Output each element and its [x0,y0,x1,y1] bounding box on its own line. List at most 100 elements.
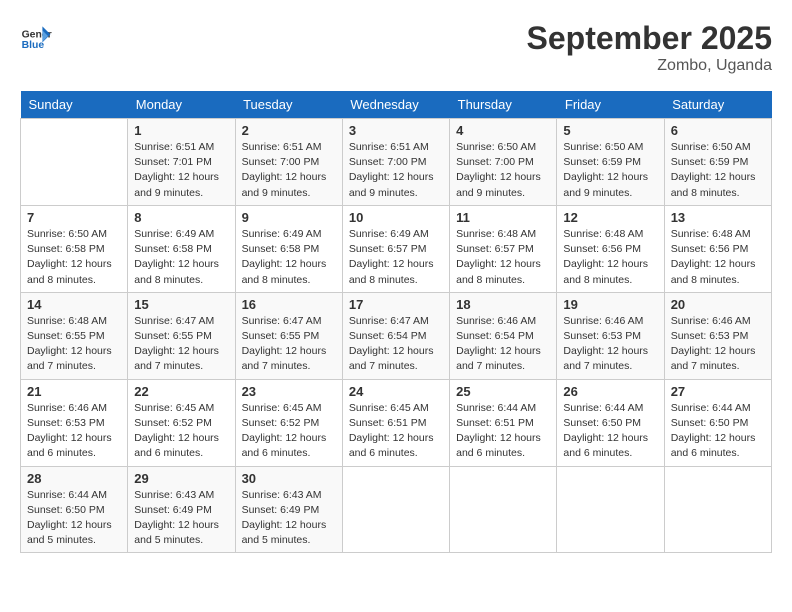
calendar-cell: 25 Sunrise: 6:44 AM Sunset: 6:51 PM Dayli… [450,379,557,466]
calendar-cell: 20Sunrise: 6:46 AM Sunset: 6:53 PM Dayli… [664,292,771,379]
calendar-cell: 3 Sunrise: 6:51 AM Sunset: 7:00 PM Daylig… [342,119,449,206]
calendar-cell: 19 Sunrise: 6:46 AM Sunset: 6:53 PM Dayli… [557,292,664,379]
calendar-cell: 10 Sunrise: 6:49 AM Sunset: 6:57 PM Dayli… [342,205,449,292]
calendar-cell: 29Sunrise: 6:43 AM Sunset: 6:49 PM Dayli… [128,466,235,553]
day-info: Sunrise: 6:48 AM Sunset: 6:57 PM Dayligh… [456,227,550,288]
day-number: 12 [563,210,657,225]
calendar-table: SundayMondayTuesdayWednesdayThursdayFrid… [20,91,772,553]
day-info: Sunrise: 6:51 AM Sunset: 7:01 PM Dayligh… [134,140,228,201]
calendar-cell: 4 Sunrise: 6:50 AM Sunset: 7:00 PM Daylig… [450,119,557,206]
calendar-cell: 16Sunrise: 6:47 AM Sunset: 6:55 PM Dayli… [235,292,342,379]
logo: General Blue [20,20,52,52]
calendar-cell: 7Sunrise: 6:50 AM Sunset: 6:58 PM Daylig… [21,205,128,292]
svg-text:Blue: Blue [22,40,45,51]
day-number: 28 [27,471,121,486]
day-number: 6 [671,123,765,138]
calendar-cell: 11 Sunrise: 6:48 AM Sunset: 6:57 PM Dayli… [450,205,557,292]
day-info: Sunrise: 6:46 AM Sunset: 6:53 PM Dayligh… [27,401,121,462]
calendar-week-row: 7Sunrise: 6:50 AM Sunset: 6:58 PM Daylig… [21,205,772,292]
col-header-sunday: Sunday [21,91,128,119]
day-info: Sunrise: 6:45 AM Sunset: 6:52 PM Dayligh… [134,401,228,462]
calendar-week-row: 21 Sunrise: 6:46 AM Sunset: 6:53 PM Dayli… [21,379,772,466]
logo-icon: General Blue [20,20,52,52]
day-number: 18 [456,297,550,312]
col-header-friday: Friday [557,91,664,119]
day-info: Sunrise: 6:49 AM Sunset: 6:58 PM Dayligh… [134,227,228,288]
day-info: Sunrise: 6:49 AM Sunset: 6:57 PM Dayligh… [349,227,443,288]
calendar-cell: 26 Sunrise: 6:44 AM Sunset: 6:50 PM Dayli… [557,379,664,466]
calendar-week-row: 28 Sunrise: 6:44 AM Sunset: 6:50 PM Dayli… [21,466,772,553]
calendar-cell [342,466,449,553]
day-number: 4 [456,123,550,138]
day-number: 17 [349,297,443,312]
day-number: 27 [671,384,765,399]
calendar-cell: 13 Sunrise: 6:48 AM Sunset: 6:56 PM Dayli… [664,205,771,292]
day-number: 14 [27,297,121,312]
day-number: 24 [349,384,443,399]
day-number: 30 [242,471,336,486]
page-header: General Blue September 2025 Zombo, Ugand… [20,20,772,75]
col-header-wednesday: Wednesday [342,91,449,119]
calendar-cell: 28 Sunrise: 6:44 AM Sunset: 6:50 PM Dayli… [21,466,128,553]
day-number: 20 [671,297,765,312]
calendar-cell: 23 Sunrise: 6:45 AM Sunset: 6:52 PM Dayli… [235,379,342,466]
day-number: 26 [563,384,657,399]
day-number: 10 [349,210,443,225]
calendar-cell: 12Sunrise: 6:48 AM Sunset: 6:56 PM Dayli… [557,205,664,292]
calendar-cell: 30 Sunrise: 6:43 AM Sunset: 6:49 PM Dayli… [235,466,342,553]
location: Zombo, Uganda [527,57,772,75]
calendar-cell: 22 Sunrise: 6:45 AM Sunset: 6:52 PM Dayli… [128,379,235,466]
day-info: Sunrise: 6:43 AM Sunset: 6:49 PM Dayligh… [134,488,228,549]
day-info: Sunrise: 6:44 AM Sunset: 6:50 PM Dayligh… [671,401,765,462]
day-number: 21 [27,384,121,399]
day-info: Sunrise: 6:49 AM Sunset: 6:58 PM Dayligh… [242,227,336,288]
day-number: 16 [242,297,336,312]
day-info: Sunrise: 6:51 AM Sunset: 7:00 PM Dayligh… [242,140,336,201]
day-info: Sunrise: 6:44 AM Sunset: 6:50 PM Dayligh… [563,401,657,462]
calendar-cell: 1 Sunrise: 6:51 AM Sunset: 7:01 PM Daylig… [128,119,235,206]
day-number: 15 [134,297,228,312]
calendar-cell: 6 Sunrise: 6:50 AM Sunset: 6:59 PM Daylig… [664,119,771,206]
day-number: 13 [671,210,765,225]
day-info: Sunrise: 6:47 AM Sunset: 6:54 PM Dayligh… [349,314,443,375]
col-header-saturday: Saturday [664,91,771,119]
day-info: Sunrise: 6:48 AM Sunset: 6:55 PM Dayligh… [27,314,121,375]
calendar-cell: 14 Sunrise: 6:48 AM Sunset: 6:55 PM Dayli… [21,292,128,379]
calendar-header-row: SundayMondayTuesdayWednesdayThursdayFrid… [21,91,772,119]
calendar-cell: 5Sunrise: 6:50 AM Sunset: 6:59 PM Daylig… [557,119,664,206]
day-number: 1 [134,123,228,138]
day-info: Sunrise: 6:50 AM Sunset: 6:58 PM Dayligh… [27,227,121,288]
day-info: Sunrise: 6:45 AM Sunset: 6:52 PM Dayligh… [242,401,336,462]
day-number: 8 [134,210,228,225]
day-info: Sunrise: 6:44 AM Sunset: 6:51 PM Dayligh… [456,401,550,462]
calendar-cell [557,466,664,553]
calendar-cell: 9Sunrise: 6:49 AM Sunset: 6:58 PM Daylig… [235,205,342,292]
day-info: Sunrise: 6:50 AM Sunset: 6:59 PM Dayligh… [671,140,765,201]
day-info: Sunrise: 6:50 AM Sunset: 7:00 PM Dayligh… [456,140,550,201]
calendar-cell: 21 Sunrise: 6:46 AM Sunset: 6:53 PM Dayli… [21,379,128,466]
month-title: September 2025 [527,20,772,57]
day-number: 3 [349,123,443,138]
calendar-cell: 17 Sunrise: 6:47 AM Sunset: 6:54 PM Dayli… [342,292,449,379]
calendar-cell: 2 Sunrise: 6:51 AM Sunset: 7:00 PM Daylig… [235,119,342,206]
day-info: Sunrise: 6:44 AM Sunset: 6:50 PM Dayligh… [27,488,121,549]
calendar-cell: 8 Sunrise: 6:49 AM Sunset: 6:58 PM Daylig… [128,205,235,292]
col-header-monday: Monday [128,91,235,119]
calendar-cell: 27 Sunrise: 6:44 AM Sunset: 6:50 PM Dayli… [664,379,771,466]
calendar-cell: 18Sunrise: 6:46 AM Sunset: 6:54 PM Dayli… [450,292,557,379]
day-info: Sunrise: 6:51 AM Sunset: 7:00 PM Dayligh… [349,140,443,201]
day-info: Sunrise: 6:48 AM Sunset: 6:56 PM Dayligh… [671,227,765,288]
col-header-tuesday: Tuesday [235,91,342,119]
day-number: 22 [134,384,228,399]
day-number: 2 [242,123,336,138]
day-number: 25 [456,384,550,399]
calendar-week-row: 14 Sunrise: 6:48 AM Sunset: 6:55 PM Dayli… [21,292,772,379]
day-number: 23 [242,384,336,399]
day-info: Sunrise: 6:47 AM Sunset: 6:55 PM Dayligh… [134,314,228,375]
day-number: 11 [456,210,550,225]
day-info: Sunrise: 6:46 AM Sunset: 6:53 PM Dayligh… [563,314,657,375]
day-info: Sunrise: 6:43 AM Sunset: 6:49 PM Dayligh… [242,488,336,549]
title-block: September 2025 Zombo, Uganda [527,20,772,75]
day-number: 19 [563,297,657,312]
calendar-cell: 15 Sunrise: 6:47 AM Sunset: 6:55 PM Dayli… [128,292,235,379]
